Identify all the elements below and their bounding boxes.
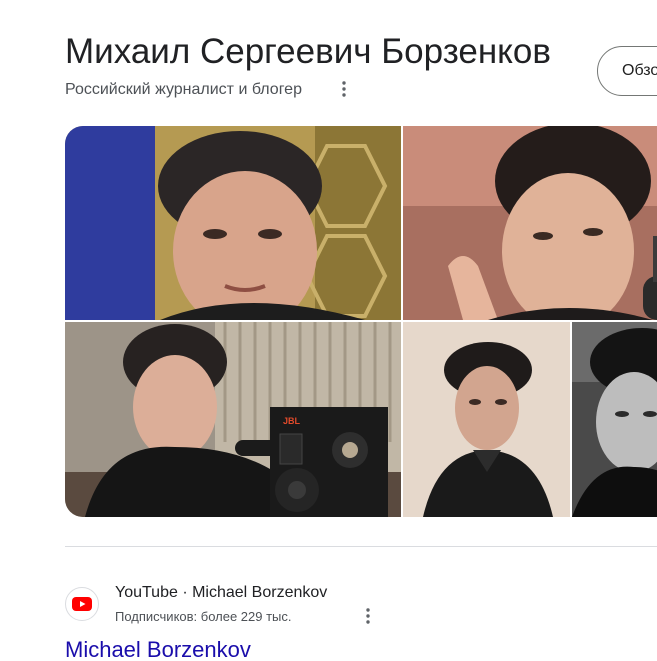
- source-name[interactable]: YouTube · Michael Borzenkov: [115, 583, 327, 603]
- photo-portrait-gold-background[interactable]: [65, 126, 401, 320]
- overview-button[interactable]: Обзор: [597, 46, 657, 96]
- youtube-favicon[interactable]: [65, 587, 99, 621]
- youtube-icon: [72, 597, 92, 611]
- more-options-button[interactable]: [335, 78, 353, 100]
- photo-speaking-at-microphone[interactable]: [403, 126, 657, 320]
- photo-with-jbl-speaker[interactable]: JBL: [65, 322, 401, 517]
- knowledge-panel: Михаил Сергеевич Борзенков Российский жу…: [0, 0, 657, 661]
- vertical-dots-icon: [342, 81, 346, 97]
- photo-black-and-white[interactable]: [572, 322, 657, 517]
- result-title-link[interactable]: Michael Borzenkov: [65, 635, 251, 661]
- image-gallery: JBL: [65, 126, 657, 517]
- section-divider: [65, 546, 657, 547]
- result-options-button[interactable]: [359, 605, 377, 627]
- subscriber-count: Подписчиков: более 229 тыс.: [115, 609, 292, 624]
- entity-subtitle: Российский журналист и блогер: [65, 81, 302, 98]
- photo-studio-portrait[interactable]: [403, 322, 570, 517]
- vertical-dots-icon: [366, 608, 370, 624]
- jbl-logo-text: JBL: [283, 416, 301, 426]
- entity-title: Михаил Сергеевич Борзенков: [65, 32, 551, 71]
